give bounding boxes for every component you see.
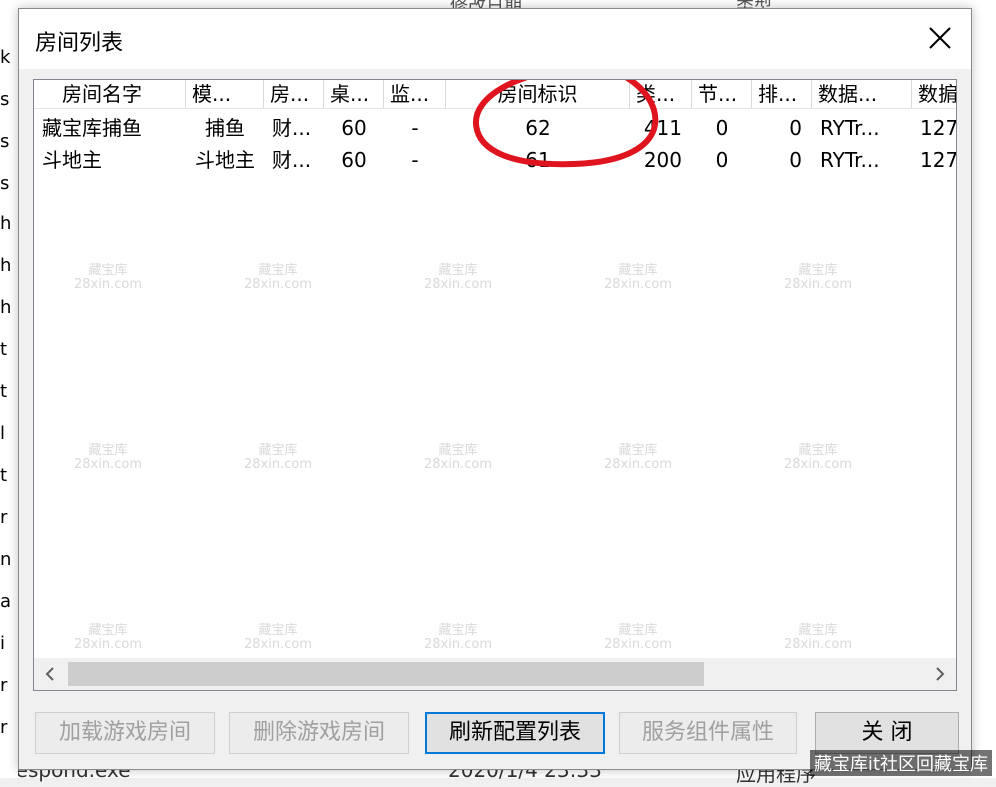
bg-left-letter: t xyxy=(0,381,8,402)
watermark: 藏宝库 28xin.com xyxy=(74,443,142,472)
column-header-kind[interactable]: 类... xyxy=(630,80,692,108)
service-component-properties-button[interactable]: 服务组件属性 xyxy=(619,712,797,754)
cell-room-type: 财... xyxy=(272,116,312,140)
column-header-database[interactable]: 数据... xyxy=(812,80,912,108)
column-header-table[interactable]: 桌... xyxy=(324,80,384,108)
cell-sort: 0 xyxy=(789,148,802,172)
bg-left-letter: s xyxy=(0,89,10,110)
table-row[interactable]: 斗地主 斗地主 财... 60 - 61 200 0 0 RYTr... 127… xyxy=(34,144,956,176)
watermark: 藏宝库 28xin.com xyxy=(784,623,852,652)
bg-left-letter: s xyxy=(0,131,10,152)
bg-left-letter: h xyxy=(0,297,12,318)
refresh-config-list-button[interactable]: 刷新配置列表 xyxy=(425,712,605,754)
cell-sort: 0 xyxy=(789,116,802,140)
cell-room-id: 62 xyxy=(525,116,551,140)
column-header-room-type[interactable]: 房... xyxy=(264,80,324,108)
column-header-sort[interactable]: 排... xyxy=(752,80,812,108)
cell-data-address: 127. xyxy=(920,116,957,140)
cell-room-type: 财... xyxy=(272,148,312,172)
column-header-monitor[interactable]: 监... xyxy=(384,80,446,108)
bg-left-letter: r xyxy=(0,675,8,696)
cell-table: 60 xyxy=(341,148,367,172)
cell-node: 0 xyxy=(715,148,729,172)
cell-module: 捕鱼 xyxy=(205,116,245,140)
dialog-titlebar[interactable]: 房间列表 xyxy=(19,9,971,69)
room-list-view[interactable]: 房间名字 模... 房... 桌... 监... 房间标识 类... 节... … xyxy=(33,79,957,691)
horizontal-scrollbar[interactable] xyxy=(34,658,956,690)
cell-database: RYTr... xyxy=(820,148,880,172)
cell-room-id: 61 xyxy=(525,148,551,172)
bg-left-letter: r xyxy=(0,717,8,738)
watermark: 藏宝库 28xin.com xyxy=(424,443,492,472)
watermark: 藏宝库 28xin.com xyxy=(74,263,142,292)
scroll-left-button[interactable] xyxy=(34,658,66,690)
watermark: 藏宝库 28xin.com xyxy=(604,263,672,292)
cell-data-address: 127. xyxy=(920,148,957,172)
site-watermark: 藏宝库it社区回藏宝库 xyxy=(809,750,992,776)
bg-left-letter: a xyxy=(0,591,12,612)
watermark: 藏宝库 28xin.com xyxy=(424,623,492,652)
bg-left-letter: t xyxy=(0,465,8,486)
chevron-right-icon xyxy=(936,667,945,681)
column-header-room-name[interactable]: 房间名字 xyxy=(34,80,186,108)
watermark: 藏宝库 28xin.com xyxy=(784,443,852,472)
column-header-module[interactable]: 模... xyxy=(186,80,264,108)
watermark: 藏宝库 28xin.com xyxy=(244,443,312,472)
cell-monitor: - xyxy=(411,148,419,172)
close-dialog-button[interactable]: 关 闭 xyxy=(815,712,959,754)
watermark: 藏宝库 28xin.com xyxy=(74,623,142,652)
watermark: 藏宝库 28xin.com xyxy=(784,263,852,292)
bg-left-letter: t xyxy=(0,339,8,360)
bg-left-letter: h xyxy=(0,255,12,276)
cell-room-name: 斗地主 xyxy=(42,148,102,172)
column-header-data-address[interactable]: 数掮 xyxy=(912,80,956,108)
watermark: 藏宝库 28xin.com xyxy=(244,623,312,652)
bg-left-letter: k xyxy=(0,47,11,68)
bg-left-strip: k s s s h h h t t l t r n a i r r xyxy=(0,0,18,778)
load-game-room-button[interactable]: 加载游戏房间 xyxy=(35,712,215,754)
table-row[interactable]: 藏宝库捕鱼 捕鱼 财... 60 - 62 411 0 0 RYTr... 12… xyxy=(34,112,956,144)
bg-left-letter: n xyxy=(0,549,12,570)
cell-monitor: - xyxy=(411,116,419,140)
delete-game-room-button[interactable]: 删除游戏房间 xyxy=(229,712,409,754)
watermark: 藏宝库 28xin.com xyxy=(604,623,672,652)
watermark: 藏宝库 28xin.com xyxy=(604,443,672,472)
watermark: 藏宝库 28xin.com xyxy=(424,263,492,292)
cell-node: 0 xyxy=(715,116,729,140)
cell-database: RYTr... xyxy=(820,116,880,140)
scrollbar-thumb[interactable] xyxy=(68,662,704,686)
bg-left-letter: l xyxy=(0,423,6,444)
bg-left-letter: i xyxy=(0,633,6,654)
cell-kind: 411 xyxy=(643,116,682,140)
cell-module: 斗地主 xyxy=(195,148,255,172)
cell-table: 60 xyxy=(341,116,367,140)
chevron-left-icon xyxy=(45,667,54,681)
bg-left-letter: r xyxy=(0,507,8,528)
column-header-room-id[interactable]: 房间标识 xyxy=(446,80,630,108)
dialog-title: 房间列表 xyxy=(35,31,124,56)
cell-kind: 200 xyxy=(643,148,682,172)
close-button[interactable] xyxy=(917,19,963,57)
scroll-right-button[interactable] xyxy=(924,658,956,690)
column-header-node[interactable]: 节... xyxy=(692,80,752,108)
bg-left-letter: s xyxy=(0,173,10,194)
cell-room-name: 藏宝库捕鱼 xyxy=(42,116,142,140)
watermark: 藏宝库 28xin.com xyxy=(244,263,312,292)
bg-left-letter: h xyxy=(0,213,12,234)
close-icon xyxy=(929,27,951,49)
room-list-dialog: 房间列表 房间名字 模... 房... 桌... 监... 房间标识 类... … xyxy=(18,8,972,770)
list-header: 房间名字 模... 房... 桌... 监... 房间标识 类... 节... … xyxy=(34,80,956,109)
